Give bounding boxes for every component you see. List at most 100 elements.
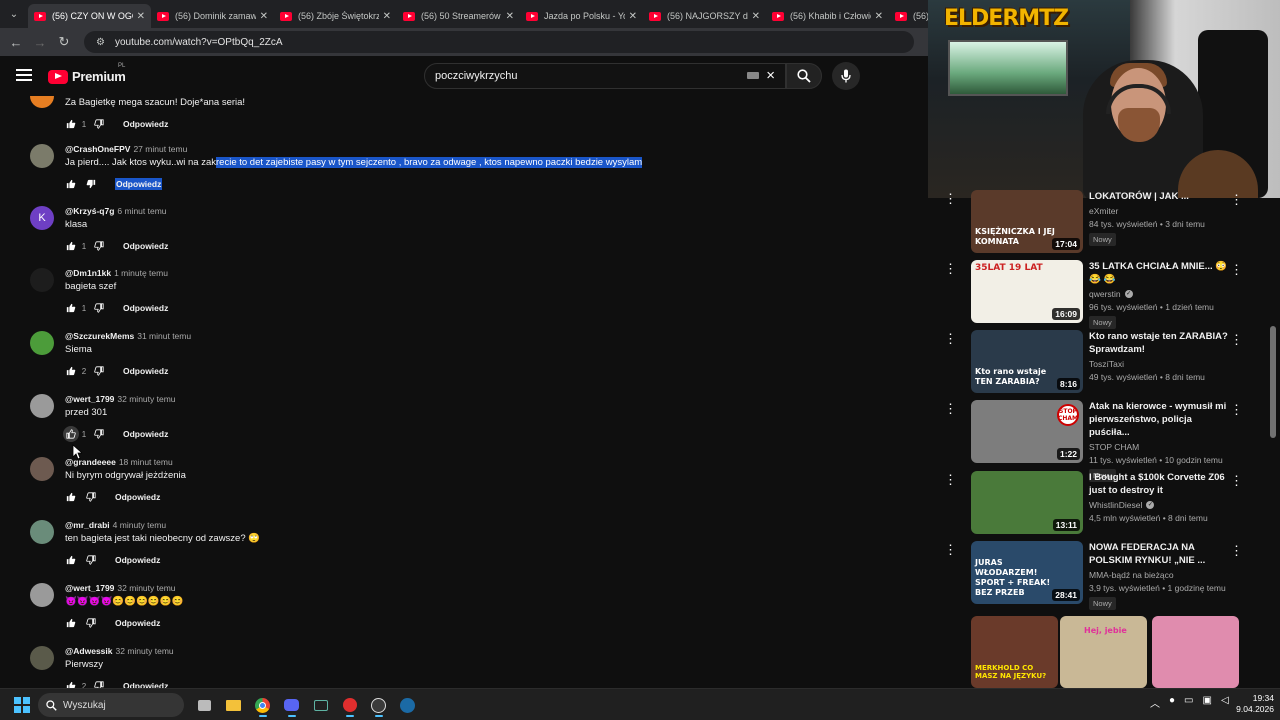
short-thumbnail[interactable]: Hej, jebie: [1060, 616, 1147, 688]
like-button[interactable]: [65, 119, 77, 129]
like-button[interactable]: [65, 681, 77, 688]
mic-tray-icon[interactable]: ●: [1169, 695, 1175, 710]
menu-icon[interactable]: [16, 69, 32, 81]
more-options-icon[interactable]: ⋮: [1230, 543, 1243, 559]
video-thumbnail[interactable]: 13:11: [971, 471, 1083, 534]
comment-time[interactable]: 18 minut temu: [119, 457, 173, 467]
chrome-icon[interactable]: [248, 693, 277, 717]
more-options-icon[interactable]: ⋮: [1230, 332, 1243, 348]
short-thumbnail[interactable]: [1152, 616, 1239, 688]
comment-author[interactable]: @wert_1799: [65, 394, 114, 404]
back-icon[interactable]: ←: [4, 35, 28, 50]
video-thumbnail[interactable]: 35LAT 19 LAT 16:09: [971, 260, 1083, 323]
comment-author[interactable]: @CrashOneFPV: [65, 144, 130, 154]
like-button[interactable]: [65, 555, 77, 565]
related-video[interactable]: ⋮ KSIĘŻNICZKA I JEJ KOMNATA 17:04 LOKATORÓW…: [940, 190, 1280, 256]
reply-button[interactable]: Odpowiedz: [123, 429, 168, 439]
video-thumbnail[interactable]: STOP CHAM 1:22: [971, 400, 1083, 463]
reply-button[interactable]: Odpowiedz: [115, 492, 160, 502]
comment-time[interactable]: 32 minuty temu: [116, 646, 174, 656]
tab-search-icon[interactable]: ⌄: [0, 0, 28, 28]
reply-button[interactable]: Odpowiedz: [115, 178, 163, 190]
close-tab-icon[interactable]: ✕: [137, 11, 145, 22]
taskbar-search[interactable]: Wyszukaj: [38, 693, 184, 717]
close-tab-icon[interactable]: ✕: [383, 11, 391, 22]
video-title[interactable]: I Bought a $100k Corvette Z06 just to de…: [1089, 471, 1229, 497]
more-options-icon[interactable]: ⋮: [1230, 402, 1243, 418]
system-clock[interactable]: 19:34 9.04.2026: [1228, 693, 1274, 715]
close-tab-icon[interactable]: ✕: [506, 11, 514, 22]
comment-author[interactable]: @Adwessik: [65, 646, 113, 656]
browser-tab[interactable]: (56) Dominik zamaw ✕: [151, 4, 274, 28]
windows-start-icon[interactable]: [14, 697, 30, 713]
browser-tab[interactable]: (56) Khabib i Człowie ✕: [766, 4, 889, 28]
channel-name[interactable]: qwerstin ✓: [1089, 289, 1229, 299]
comment-time[interactable]: 4 minuty temu: [113, 520, 166, 530]
channel-name[interactable]: MMA-bądź na bieżąco: [1089, 570, 1229, 580]
comment-time[interactable]: 32 minuty temu: [117, 394, 175, 404]
dislike-button[interactable]: [93, 681, 105, 688]
more-options-icon[interactable]: ⋮: [944, 543, 957, 556]
video-title[interactable]: NOWA FEDERACJA NA POLSKIM RYNKU! „NIE ..…: [1089, 541, 1229, 567]
dislike-button[interactable]: [85, 555, 97, 565]
dislike-button[interactable]: [85, 618, 97, 628]
browser-tab[interactable]: (56) CZY ON W OGÓ ✕: [28, 4, 151, 28]
close-tab-icon[interactable]: ✕: [260, 11, 268, 22]
like-button[interactable]: [65, 618, 77, 628]
more-options-icon[interactable]: ⋮: [1230, 262, 1243, 278]
avatar[interactable]: [30, 457, 54, 481]
avatar[interactable]: [30, 394, 54, 418]
close-tab-icon[interactable]: ✕: [752, 11, 760, 22]
browser-tab[interactable]: Jazda po Polsku - You ✕: [520, 4, 643, 28]
reply-button[interactable]: Odpowiedz: [123, 303, 168, 313]
clear-search-icon[interactable]: ×: [766, 67, 775, 84]
comment-time[interactable]: 27 minut temu: [133, 144, 187, 154]
streaming-app-icon[interactable]: [335, 693, 364, 717]
more-options-icon[interactable]: ⋮: [944, 473, 957, 486]
dislike-button[interactable]: [93, 303, 105, 313]
task-view-icon[interactable]: [190, 693, 219, 717]
avatar[interactable]: K: [30, 206, 54, 230]
more-options-icon[interactable]: ⋮: [944, 262, 957, 275]
site-info-icon[interactable]: ⚙: [96, 37, 105, 48]
discord-icon[interactable]: [277, 693, 306, 717]
reply-button[interactable]: Odpowiedz: [115, 555, 160, 565]
channel-name[interactable]: eXmiter: [1089, 206, 1229, 216]
like-button[interactable]: [65, 179, 77, 189]
like-button[interactable]: [65, 303, 77, 313]
more-options-icon[interactable]: ⋮: [944, 192, 957, 205]
avatar[interactable]: [30, 96, 54, 108]
like-button[interactable]: [65, 366, 77, 376]
like-button[interactable]: [65, 241, 77, 251]
comment-author[interactable]: @Dm1n1kk: [65, 268, 111, 278]
dislike-button[interactable]: [93, 429, 105, 439]
channel-name[interactable]: WhistlinDiesel ✓: [1089, 500, 1229, 510]
obs-icon[interactable]: [364, 693, 393, 717]
avatar[interactable]: [30, 646, 54, 670]
browser-tab[interactable]: (56) 50 Streamerów W ✕: [397, 4, 520, 28]
video-title[interactable]: Atak na kierowce - wymusił mi pierwszeńs…: [1089, 400, 1229, 439]
reply-button[interactable]: Odpowiedz: [115, 618, 160, 628]
keyboard-icon[interactable]: [747, 72, 759, 79]
steam-icon[interactable]: [393, 693, 422, 717]
comment-time[interactable]: 31 minut temu: [137, 331, 191, 341]
voice-search-button[interactable]: [832, 62, 860, 90]
video-thumbnail[interactable]: KSIĘŻNICZKA I JEJ KOMNATA 17:04: [971, 190, 1083, 253]
like-button[interactable]: [65, 492, 77, 502]
more-options-icon[interactable]: ⋮: [944, 332, 957, 345]
reply-button[interactable]: Odpowiedz: [123, 241, 168, 251]
search-input[interactable]: poczciwykrzychu ×: [424, 63, 786, 89]
related-video[interactable]: ⋮ 13:11 I Bought a $100k Corvette Z06 just…: [940, 471, 1280, 537]
related-video[interactable]: ⋮ 35LAT 19 LAT 16:09 35 LATKA CHCIAŁA MNIE.…: [940, 260, 1280, 329]
comment-author[interactable]: @Krzyś-q7g: [65, 206, 114, 216]
url-field[interactable]: ⚙ youtube.com/watch?v=OPtbQq_2ZcA: [84, 31, 914, 53]
dislike-button[interactable]: [93, 366, 105, 376]
more-options-icon[interactable]: ⋮: [944, 402, 957, 415]
browser-tab[interactable]: (56) NAJGORSZY dzi ✕: [643, 4, 766, 28]
video-thumbnail[interactable]: Kto rano wstaje TEN ZARABIA? 8:16: [971, 330, 1083, 393]
more-options-icon[interactable]: ⋮: [1230, 192, 1243, 208]
comment-time[interactable]: 6 minut temu: [117, 206, 166, 216]
display-icon[interactable]: ▭: [1184, 695, 1193, 710]
avatar[interactable]: [30, 268, 54, 292]
channel-name[interactable]: ToszíTaxi: [1089, 359, 1229, 369]
